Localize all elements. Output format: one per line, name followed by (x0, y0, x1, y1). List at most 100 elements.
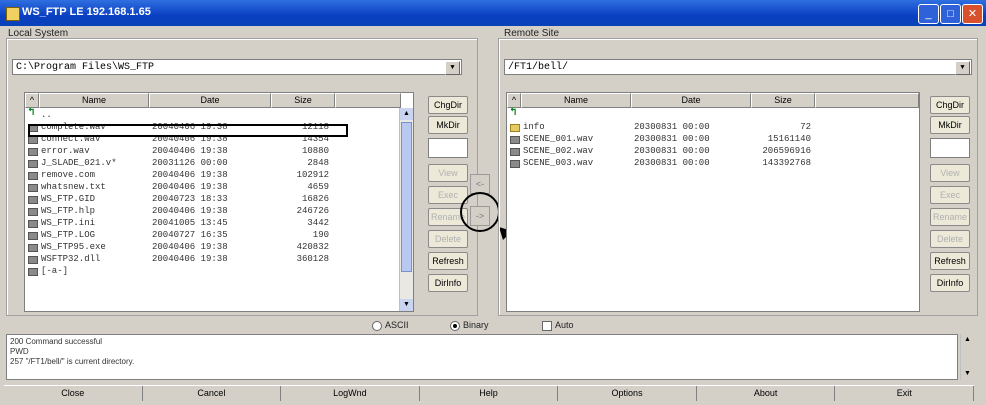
remote-dirinfo-button[interactable]: DirInfo (930, 274, 970, 292)
scroll-up-icon[interactable]: ▲ (400, 108, 413, 120)
local-file-row[interactable]: remove.com 20040406 19:38 102912 (25, 170, 385, 181)
remote-row-name: SCENE_002.wav (523, 146, 594, 156)
drive-icon (28, 268, 38, 276)
remote-file-row[interactable]: info 20300831 00:00 72 (507, 122, 867, 133)
remote-row-size: 72 (800, 122, 811, 132)
app-icon (6, 7, 20, 21)
local-chgdir-button[interactable]: ChgDir (428, 96, 468, 114)
scroll-down-icon[interactable]: ▼ (400, 299, 413, 311)
local-file-row[interactable]: WS_FTP.LOG 20040727 16:35 190 (25, 230, 385, 241)
local-sort-header[interactable]: ^ (25, 93, 39, 108)
remote-exec-button[interactable]: Exec (930, 186, 970, 204)
remote-refresh-button[interactable]: Refresh (930, 252, 970, 270)
local-view-button[interactable]: View (428, 164, 468, 182)
local-refresh-button[interactable]: Refresh (428, 252, 468, 270)
local-file-row[interactable]: WS_FTP.hlp 20040406 19:38 246726 (25, 206, 385, 217)
close-button[interactable]: Close (4, 386, 143, 401)
local-row-name: [-a-] (41, 266, 69, 276)
local-mask-input[interactable] (428, 138, 468, 158)
remote-file-row[interactable]: SCENE_003.wav 20300831 00:00 143392768 (507, 158, 867, 169)
ascii-label: ASCII (385, 320, 409, 330)
local-row-date: 20040406 19:38 (152, 254, 228, 264)
remote-view-button[interactable]: View (930, 164, 970, 182)
local-delete-button[interactable]: Delete (428, 230, 468, 248)
local-row-size: 246726 (296, 206, 329, 216)
remote-delete-button[interactable]: Delete (930, 230, 970, 248)
remote-size-header[interactable]: Size (751, 93, 815, 108)
exit-button[interactable]: Exit (835, 386, 974, 401)
local-file-row[interactable]: WS_FTP.GID 20040723 18:33 16826 (25, 194, 385, 205)
file-icon (28, 172, 38, 180)
local-size-header[interactable]: Size (271, 93, 335, 108)
file-icon (28, 220, 38, 228)
remote-file-row[interactable]: SCENE_001.wav 20300831 00:00 15161140 (507, 134, 867, 145)
local-row-size: 3442 (307, 218, 329, 228)
local-row-date: 20040406 19:38 (152, 170, 228, 180)
remote-chgdir-button[interactable]: ChgDir (930, 96, 970, 114)
chevron-down-icon[interactable]: ▼ (445, 61, 460, 75)
local-path-text: C:\Program Files\WS_FTP (16, 62, 155, 73)
local-row-name: error.wav (41, 146, 90, 156)
local-row-name: J_SLADE_021.v* (41, 158, 117, 168)
local-file-row[interactable]: ↰.. (25, 108, 385, 121)
close-window-button[interactable]: ✕ (962, 4, 983, 24)
options-button[interactable]: Options (558, 386, 697, 401)
remote-sort-header[interactable]: ^ (507, 93, 521, 108)
remote-path-dropdown[interactable]: /FT1/bell/ ▼ (504, 59, 972, 75)
remote-row-date: 20300831 00:00 (634, 146, 710, 156)
local-file-row[interactable]: J_SLADE_021.v* 20031126 00:00 2848 (25, 158, 385, 169)
maximize-button[interactable]: □ (940, 4, 961, 24)
local-file-row[interactable]: WS_FTP95.exe 20040406 19:38 420832 (25, 242, 385, 253)
local-name-header[interactable]: Name (39, 93, 149, 108)
checkbox-icon (542, 320, 552, 331)
ascii-radio[interactable]: ASCII (372, 320, 409, 331)
local-file-row[interactable]: whatsnew.txt 20040406 19:38 4659 (25, 182, 385, 193)
local-scroll-thumb[interactable] (401, 122, 412, 272)
log-scrollbar[interactable]: ▲ ▼ (960, 334, 974, 380)
local-row-size: 420832 (296, 242, 329, 252)
message-log[interactable]: 200 Command successful PWD 257 "/FT1/bel… (6, 334, 958, 380)
local-file-row[interactable]: WSFTP32.dll 20040406 19:38 360128 (25, 254, 385, 265)
local-file-row[interactable]: WS_FTP.ini 20041005 13:45 3442 (25, 218, 385, 229)
transfer-left-button[interactable]: <- (470, 174, 490, 194)
local-row-name: WS_FTP.GID (41, 194, 96, 204)
binary-label: Binary (463, 320, 489, 330)
remote-date-header[interactable]: Date (631, 93, 751, 108)
about-button[interactable]: About (697, 386, 836, 401)
logwnd-button[interactable]: LogWnd (281, 386, 420, 401)
scroll-up-icon[interactable]: ▲ (961, 334, 974, 346)
file-icon (28, 244, 38, 252)
local-scrollbar[interactable]: ▲ ▼ (399, 108, 413, 311)
cancel-button[interactable]: Cancel (143, 386, 282, 401)
file-icon (28, 136, 38, 144)
local-row-size: 10880 (301, 146, 329, 156)
local-mkdir-button[interactable]: MkDir (428, 116, 468, 134)
remote-mask-input[interactable] (930, 138, 970, 158)
minimize-button[interactable]: _ (918, 4, 939, 24)
auto-checkbox[interactable]: Auto (542, 320, 574, 331)
local-file-row[interactable]: error.wav 20040406 19:38 10880 (25, 146, 385, 157)
local-row-date: 20040723 18:33 (152, 194, 228, 204)
remote-file-list[interactable]: ^ Name Date Size ↰ info 20300831 00:00 72 SC… (506, 92, 920, 312)
local-row-size: 2848 (307, 158, 329, 168)
remote-name-header[interactable]: Name (521, 93, 631, 108)
remote-rename-button[interactable]: Rename (930, 208, 970, 226)
local-extra-header (335, 93, 401, 108)
remote-mkdir-button[interactable]: MkDir (930, 116, 970, 134)
local-dirinfo-button[interactable]: DirInfo (428, 274, 468, 292)
remote-file-row[interactable]: ↰ (507, 108, 867, 121)
local-date-header[interactable]: Date (149, 93, 271, 108)
local-row-date: 20040406 19:38 (152, 146, 228, 156)
main-panel: Local System C:\Program Files\WS_FTP ▼ ^… (4, 26, 982, 401)
log-line: 200 Command successful (10, 337, 103, 346)
help-button[interactable]: Help (420, 386, 559, 401)
file-icon (28, 208, 38, 216)
binary-radio[interactable]: Binary (450, 320, 489, 331)
scroll-down-icon[interactable]: ▼ (961, 368, 974, 380)
local-path-dropdown[interactable]: C:\Program Files\WS_FTP ▼ (12, 59, 462, 75)
remote-file-row[interactable]: SCENE_002.wav 20300831 00:00 206596916 (507, 146, 867, 157)
local-file-row[interactable]: [-a-] (25, 266, 385, 277)
log-line: 257 "/FT1/bell/" is current directory. (10, 357, 135, 366)
chevron-down-icon[interactable]: ▼ (955, 61, 970, 75)
remote-row-size: 206596916 (762, 146, 811, 156)
